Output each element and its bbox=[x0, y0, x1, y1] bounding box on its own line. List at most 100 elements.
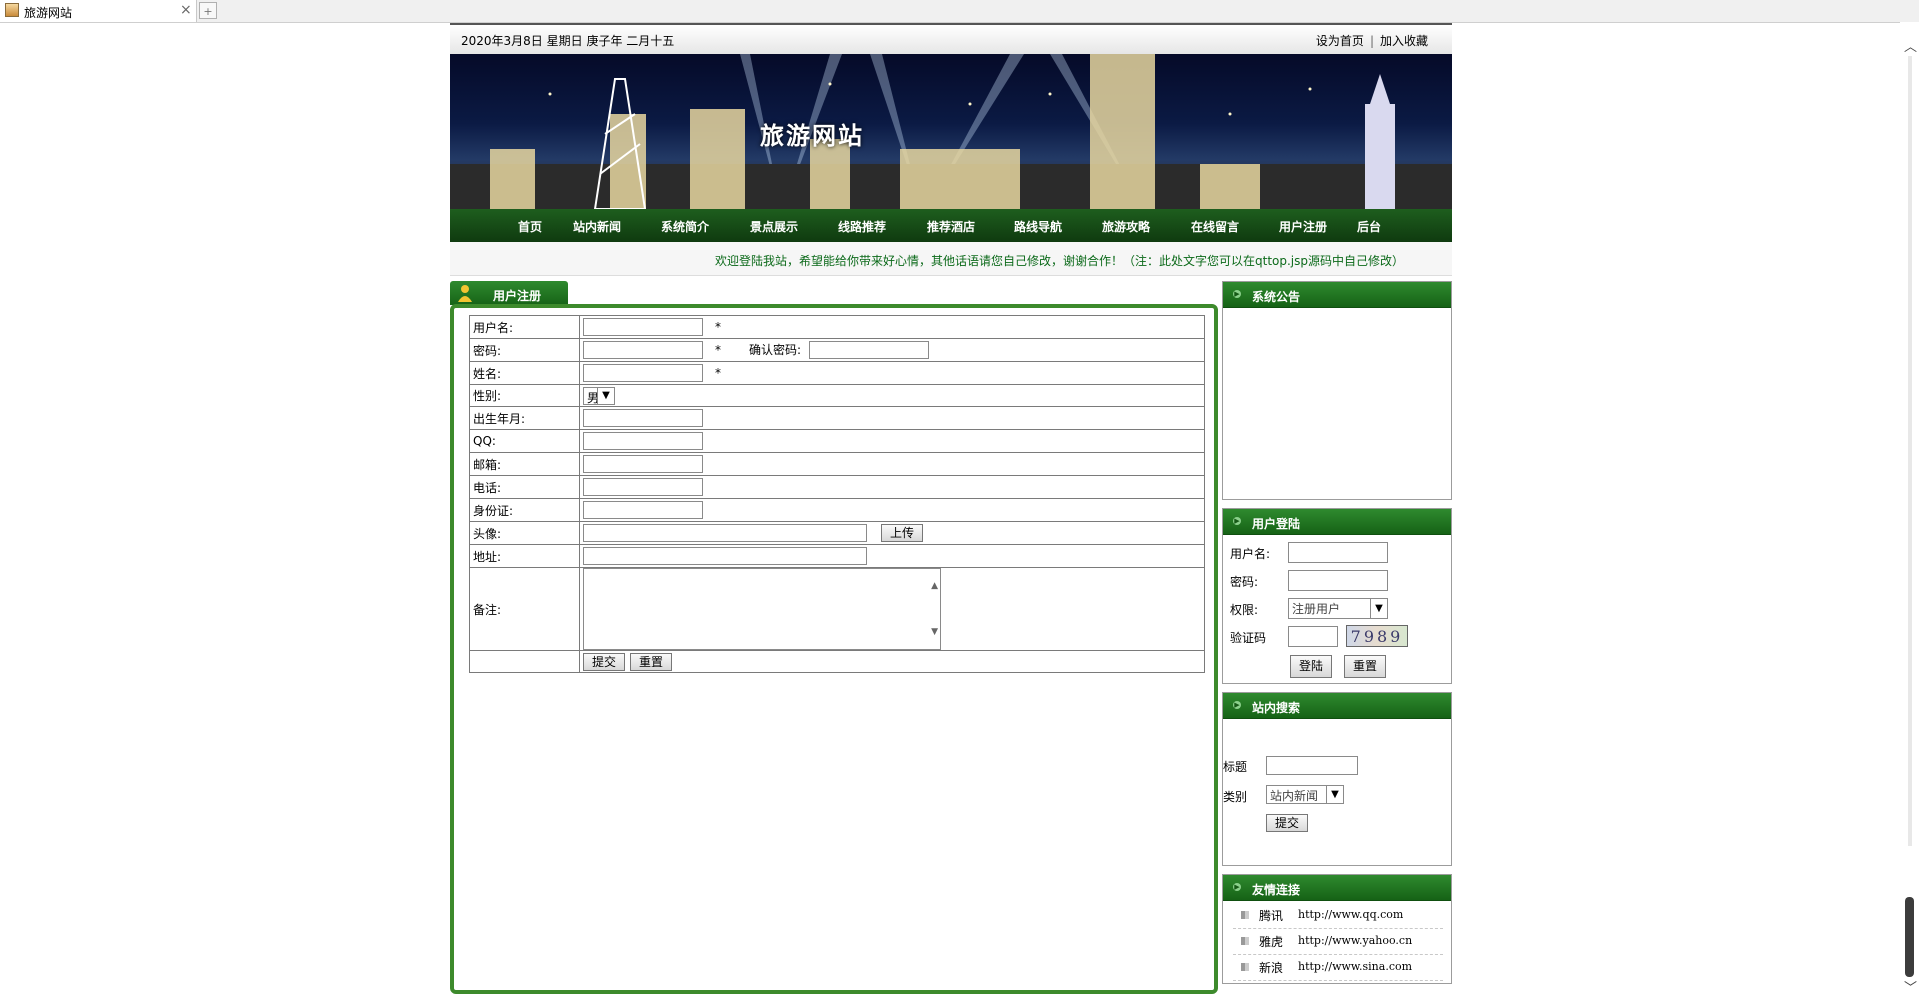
browser-tab-bar: 旅游网站 × + bbox=[0, 0, 1919, 23]
reset-button[interactable]: 重置 bbox=[630, 652, 673, 671]
scroll-up-icon[interactable]: ▲ bbox=[931, 581, 938, 591]
close-icon[interactable]: × bbox=[180, 2, 192, 18]
confirm-password-label: 确认密码: bbox=[749, 342, 802, 357]
required-mark: * bbox=[715, 365, 721, 380]
bullet-icon bbox=[1241, 937, 1249, 945]
username-input[interactable] bbox=[583, 318, 703, 336]
banner: 旅游网站 bbox=[450, 54, 1452, 209]
nav-admin[interactable]: 后台 bbox=[1357, 218, 1381, 235]
link-item[interactable]: 新浪 http://www.sina.com bbox=[1233, 955, 1443, 981]
link-url[interactable]: http://www.qq.com bbox=[1298, 908, 1403, 921]
qq-label: QQ: bbox=[469, 429, 580, 453]
scroll-down-icon[interactable]: ▼ bbox=[931, 627, 938, 637]
username-cell: * bbox=[579, 315, 1205, 339]
login-role-select[interactable]: 注册用户 ▼ bbox=[1288, 598, 1388, 619]
login-panel: ▶ 用户登陆 用户名: 密码: 权限: 注册用户 ▼ 验证码 7989 登陆 重置 bbox=[1222, 508, 1452, 684]
nav-routes[interactable]: 线路推荐 bbox=[838, 218, 886, 235]
avatar-path-input[interactable] bbox=[583, 524, 867, 542]
search-category-label: 类别 bbox=[1223, 790, 1248, 804]
page-scrollbar[interactable]: ︿ ﹀ bbox=[1900, 22, 1919, 996]
chevron-down-icon: ▼ bbox=[1370, 599, 1387, 618]
idcard-input[interactable] bbox=[583, 501, 703, 519]
link-separator: | bbox=[1369, 34, 1374, 48]
register-panel: 用户名: * 密码: * 确认密码: 姓名: * 性别: 男 ▼ 出生年月: QQ: bbox=[450, 304, 1218, 994]
password-input[interactable] bbox=[583, 341, 703, 360]
login-password-input[interactable] bbox=[1288, 570, 1388, 591]
arrow-icon: ▶ bbox=[1233, 883, 1241, 891]
address-input[interactable] bbox=[583, 547, 867, 565]
remark-textarea[interactable]: ▲ ▼ bbox=[583, 568, 941, 650]
birth-input[interactable] bbox=[583, 409, 703, 427]
captcha-input[interactable] bbox=[1288, 626, 1338, 647]
new-tab-icon[interactable]: + bbox=[199, 2, 217, 19]
notice-header: ▶ 系统公告 bbox=[1223, 282, 1451, 308]
realname-input[interactable] bbox=[583, 364, 703, 382]
captcha-label: 验证码 bbox=[1230, 631, 1267, 645]
search-submit-button[interactable]: 提交 bbox=[1266, 814, 1309, 832]
required-mark: * bbox=[715, 319, 721, 334]
nav-register[interactable]: 用户注册 bbox=[1279, 218, 1327, 235]
actions-label-cell bbox=[469, 650, 580, 673]
tab-title: 旅游网站 bbox=[24, 6, 73, 20]
notice-title: 系统公告 bbox=[1252, 290, 1301, 304]
realname-cell: * bbox=[579, 361, 1205, 385]
top-bar: 2020年3月8日 星期日 庚子年 二月十五 设为首页 | 加入收藏 bbox=[450, 23, 1452, 54]
phone-input[interactable] bbox=[583, 478, 703, 496]
idcard-label: 身份证: bbox=[469, 498, 580, 522]
link-item[interactable]: 腾讯 http://www.qq.com bbox=[1233, 903, 1443, 929]
form-row-remark: 备注: ▲ ▼ bbox=[469, 567, 1205, 651]
birth-cell bbox=[579, 406, 1205, 430]
login-role-value: 注册用户 bbox=[1292, 602, 1341, 616]
submit-button[interactable]: 提交 bbox=[583, 652, 626, 671]
scrollbar-thumb[interactable] bbox=[1905, 897, 1914, 977]
link-name[interactable]: 腾讯 bbox=[1259, 907, 1283, 924]
nav-messages[interactable]: 在线留言 bbox=[1191, 218, 1239, 235]
page-container: 2020年3月8日 星期日 庚子年 二月十五 设为首页 | 加入收藏 旅游网站 … bbox=[450, 23, 1452, 994]
nav-navigation[interactable]: 路线导航 bbox=[1014, 218, 1062, 235]
main-nav: 首页 站内新闻 系统简介 景点展示 线路推荐 推荐酒店 路线导航 旅游攻略 在线… bbox=[450, 209, 1452, 242]
nav-intro[interactable]: 系统简介 bbox=[661, 218, 709, 235]
user-icon bbox=[458, 285, 472, 302]
nav-news[interactable]: 站内新闻 bbox=[573, 218, 621, 235]
form-row-idcard: 身份证: bbox=[469, 498, 1205, 522]
avatar-label: 头像: bbox=[469, 521, 580, 545]
link-name[interactable]: 新浪 bbox=[1259, 959, 1283, 976]
login-reset-button[interactable]: 重置 bbox=[1344, 655, 1387, 678]
form-row-avatar: 头像: 上传 bbox=[469, 521, 1205, 545]
nav-hotels[interactable]: 推荐酒店 bbox=[927, 218, 975, 235]
page-icon bbox=[5, 3, 19, 17]
add-favorite-link[interactable]: 加入收藏 bbox=[1380, 34, 1428, 48]
nav-guides[interactable]: 旅游攻略 bbox=[1102, 218, 1150, 235]
nav-home[interactable]: 首页 bbox=[518, 218, 542, 235]
captcha-image[interactable]: 7989 bbox=[1346, 625, 1408, 647]
login-title: 用户登陆 bbox=[1252, 517, 1301, 531]
welcome-marquee: 欢迎登陆我站，希望能给你带来好心情，其他话语请您自己修改，谢谢合作！（注：此处文… bbox=[450, 242, 1452, 276]
email-input[interactable] bbox=[583, 455, 703, 473]
notice-panel: ▶ 系统公告 bbox=[1222, 281, 1452, 500]
top-links: 设为首页 | 加入收藏 bbox=[1316, 32, 1428, 49]
form-row-phone: 电话: bbox=[469, 475, 1205, 499]
set-home-link[interactable]: 设为首页 bbox=[1316, 34, 1364, 48]
login-button[interactable]: 登陆 bbox=[1290, 655, 1333, 678]
login-username-input[interactable] bbox=[1288, 542, 1388, 563]
scroll-up-icon[interactable]: ︿ bbox=[1904, 36, 1917, 55]
scroll-down-icon[interactable]: ﹀ bbox=[1904, 977, 1917, 996]
form-row-qq: QQ: bbox=[469, 429, 1205, 453]
search-title-input[interactable] bbox=[1266, 756, 1358, 775]
login-header: ▶ 用户登陆 bbox=[1223, 509, 1451, 535]
links-header: ▶ 友情连接 bbox=[1223, 875, 1451, 901]
upload-button[interactable]: 上传 bbox=[881, 524, 924, 542]
browser-tab[interactable]: 旅游网站 × bbox=[0, 0, 197, 22]
phone-cell bbox=[579, 475, 1205, 499]
link-url[interactable]: http://www.yahoo.cn bbox=[1298, 934, 1412, 947]
gender-select[interactable]: 男 ▼ bbox=[583, 386, 615, 405]
link-name[interactable]: 雅虎 bbox=[1259, 933, 1283, 950]
qq-input[interactable] bbox=[583, 432, 703, 450]
banner-cityscape bbox=[450, 54, 1452, 209]
scrollbar-track[interactable] bbox=[1908, 56, 1912, 846]
search-category-select[interactable]: 站内新闻 ▼ bbox=[1266, 785, 1344, 804]
confirm-password-input[interactable] bbox=[809, 341, 930, 360]
link-url[interactable]: http://www.sina.com bbox=[1298, 960, 1412, 973]
link-item[interactable]: 雅虎 http://www.yahoo.cn bbox=[1233, 929, 1443, 955]
nav-scenery[interactable]: 景点展示 bbox=[750, 218, 798, 235]
